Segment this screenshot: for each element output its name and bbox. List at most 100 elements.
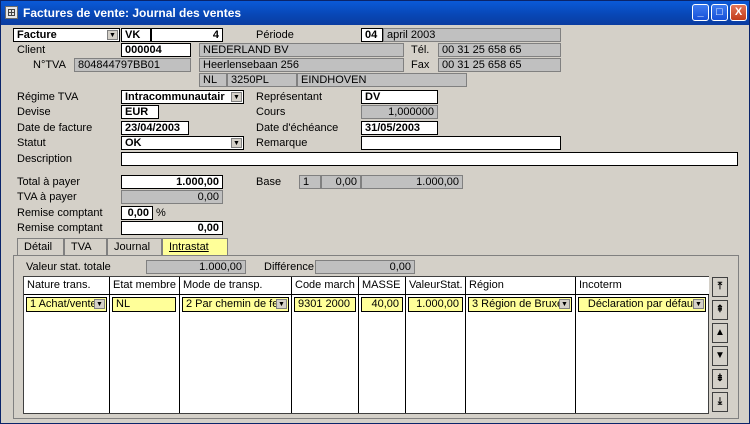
tab-intrastat[interactable]: Intrastat [162, 238, 228, 256]
chevron-down-icon[interactable]: ▼ [231, 138, 242, 148]
chevron-down-icon[interactable]: ▼ [94, 299, 105, 309]
close-button[interactable]: X [730, 4, 747, 21]
date-echeance-label: Date d'échéance [256, 122, 339, 134]
difference-label: Différence [264, 261, 314, 273]
base-num-field: 1 [299, 175, 321, 189]
tab-detail[interactable]: Détail [17, 238, 64, 256]
cell-incoterm-select[interactable]: Déclaration par défaut ▼ [578, 297, 706, 312]
base-label: Base [256, 176, 282, 188]
cell-etat[interactable]: NL [112, 297, 176, 312]
remarque-field[interactable] [361, 136, 561, 150]
total-label: Total à payer [17, 176, 80, 188]
cell-valeur[interactable]: 1.000,00 [408, 297, 463, 312]
cell-nature-select[interactable]: 1 Achat/vente ▼ [26, 297, 107, 312]
nav-pagedown-button[interactable]: ⇟ [712, 369, 728, 389]
tel-label: Tél. [411, 44, 430, 56]
regime-select[interactable]: Intracommunautair ▼ [121, 90, 244, 104]
remarque-label: Remarque [256, 137, 308, 149]
col-divider [109, 295, 110, 413]
client-label: Client [17, 44, 46, 56]
tva-payer-field: 0,00 [121, 190, 223, 204]
tel-field: 00 31 25 658 65 [438, 43, 561, 57]
cell-incoterm-value: Déclaration par défaut [587, 298, 697, 310]
client-name-field: NEDERLAND BV [199, 43, 404, 57]
valeur-totale-label: Valeur stat. totale [26, 261, 111, 273]
regime-value: Intracommunautair [125, 91, 225, 103]
representant-field[interactable]: DV [361, 90, 438, 104]
chevron-down-icon[interactable]: ▼ [107, 30, 118, 40]
col-header-valeur[interactable]: ValeurStat. [406, 277, 466, 295]
date-facture-label: Date de facture [17, 122, 93, 134]
col-header-masse[interactable]: MASSE [359, 277, 406, 295]
base-a-field: 0,00 [321, 175, 361, 189]
journal-field[interactable]: VK [121, 28, 151, 42]
col-header-nature[interactable]: Nature trans. [24, 277, 110, 295]
minimize-button[interactable]: _ [692, 4, 709, 21]
number-field[interactable]: 4 [151, 28, 223, 42]
col-divider [405, 295, 406, 413]
col-header-code[interactable]: Code march [292, 277, 359, 295]
tva-number-field: 804844797BB01 [74, 58, 191, 72]
nav-down-button[interactable]: ▼ [712, 346, 728, 366]
col-divider [291, 295, 292, 413]
tab-tva[interactable]: TVA [64, 238, 107, 256]
cell-region-select[interactable]: 3 Région de Bruxel ▼ [468, 297, 572, 312]
doc-type-select[interactable]: Facture ▼ [13, 28, 120, 42]
cell-masse[interactable]: 40,00 [361, 297, 403, 312]
chevron-down-icon[interactable]: ▼ [693, 299, 704, 309]
cell-nature-value: 1 Achat/vente [30, 298, 97, 310]
intrastat-grid: Nature trans. Etat membre Mode de transp… [23, 276, 709, 414]
col-divider [179, 295, 180, 413]
fax-label: Fax [411, 59, 430, 71]
remise2-label: Remise comptant [17, 222, 103, 234]
tva-payer-label: TVA à payer [17, 191, 77, 203]
chevron-down-icon[interactable]: ▼ [559, 299, 570, 309]
cell-mode-select[interactable]: 2 Par chemin de fer ▼ [182, 297, 289, 312]
periode-num-field[interactable]: 04 [361, 28, 383, 42]
client-code-field[interactable]: 000004 [121, 43, 191, 57]
devise-label: Devise [17, 106, 51, 118]
devise-field[interactable]: EUR [121, 105, 159, 119]
col-header-etat[interactable]: Etat membre [110, 277, 180, 295]
cell-region-value: 3 Région de Bruxel [472, 298, 566, 310]
date-facture-field[interactable]: 23/04/2003 [121, 121, 189, 135]
app-grid-icon [5, 6, 18, 19]
nav-pageup-button[interactable]: ⇞ [712, 300, 728, 320]
base-b-field: 1.000,00 [361, 175, 463, 189]
statut-value: OK [125, 137, 142, 149]
nav-last-button[interactable]: ⤓ [712, 392, 728, 412]
nav-first-button[interactable]: ⤒ [712, 277, 728, 297]
periode-label: Période [256, 29, 294, 41]
maximize-button[interactable]: □ [711, 4, 728, 21]
remise-pct-field[interactable]: 0,00 [121, 206, 153, 220]
statut-select[interactable]: OK ▼ [121, 136, 244, 150]
chevron-down-icon[interactable]: ▼ [276, 299, 287, 309]
chevron-down-icon[interactable]: ▼ [231, 92, 242, 102]
description-field[interactable] [121, 152, 738, 166]
date-echeance-field[interactable]: 31/05/2003 [361, 121, 438, 135]
tab-journal[interactable]: Journal [107, 238, 162, 256]
difference-field: 0,00 [315, 260, 415, 274]
description-label: Description [17, 153, 73, 165]
cell-code[interactable]: 9301 2000 [294, 297, 356, 312]
main-window: Factures de vente: Journal des ventes _ … [0, 0, 750, 424]
remise2-field[interactable]: 0,00 [121, 221, 223, 235]
col-divider [575, 295, 576, 413]
city-field: EINDHOVEN [297, 73, 467, 87]
col-header-incoterm[interactable]: Incoterm [576, 277, 709, 295]
country-field: NL [199, 73, 227, 87]
statut-label: Statut [17, 137, 46, 149]
zip-field: 3250PL [227, 73, 297, 87]
cell-mode-value: 2 Par chemin de fer [186, 298, 282, 310]
col-header-region[interactable]: Région [466, 277, 576, 295]
window-title: Factures de vente: Journal des ventes [23, 6, 242, 20]
nav-up-button[interactable]: ▲ [712, 323, 728, 343]
col-divider [358, 295, 359, 413]
col-header-mode[interactable]: Mode de transp. [180, 277, 292, 295]
remise-label: Remise comptant [17, 207, 103, 219]
periode-text-field: april 2003 [383, 28, 561, 42]
address-field: Heerlensebaan 256 [199, 58, 404, 72]
regime-label: Régime TVA [17, 91, 79, 103]
total-field: 1.000,00 [121, 175, 223, 189]
title-bar: Factures de vente: Journal des ventes _ … [1, 1, 749, 25]
